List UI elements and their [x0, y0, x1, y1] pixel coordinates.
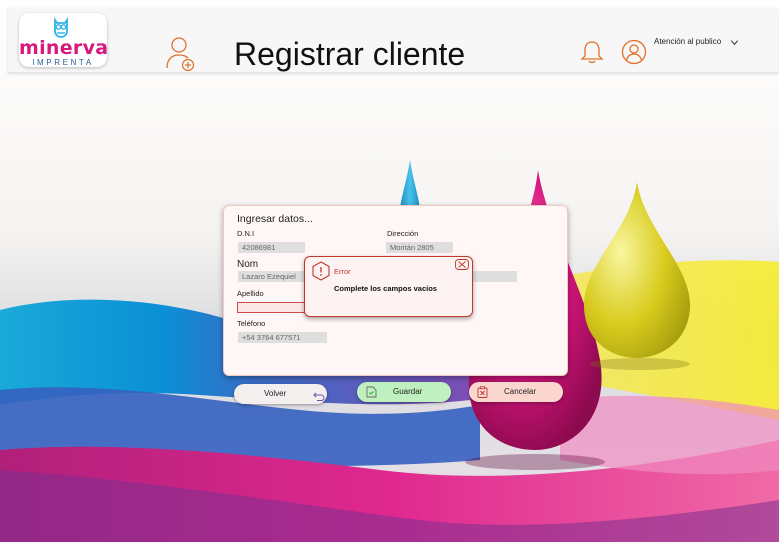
cancel-clipboard-icon — [477, 386, 488, 398]
save-button-label: Guardar — [393, 387, 423, 396]
error-title: Error — [334, 267, 351, 276]
direccion-label: Dirección — [387, 229, 419, 238]
add-user-icon — [166, 37, 195, 72]
secondary-field[interactable] — [472, 271, 517, 282]
chevron-down-icon[interactable] — [730, 38, 739, 47]
app-header: minerva IMPRENTA Registrar cliente Atenc… — [8, 8, 778, 73]
bell-icon[interactable] — [580, 39, 604, 65]
dni-label: D.N.I — [237, 229, 255, 238]
cancel-button-label: Cancelar — [504, 387, 537, 396]
apellido-label: Apellido — [237, 289, 264, 298]
return-arrow-icon — [313, 392, 325, 401]
warning-hexagon-icon — [312, 261, 330, 281]
form-heading: Ingresar datos... — [237, 213, 313, 225]
nombre-field[interactable]: Lazaro Ezequiel — [238, 271, 305, 282]
logo-wordmark: minerva — [19, 37, 109, 59]
back-button-label: Volver — [264, 389, 287, 398]
user-account-icon[interactable] — [621, 39, 647, 65]
error-message: Complete los campos vacíos — [334, 284, 437, 293]
error-dialog: Error Complete los campos vacíos — [304, 256, 473, 317]
telefono-label: Teléfono — [237, 319, 266, 328]
user-role-label[interactable]: Atención al publico — [654, 37, 721, 46]
cancel-button[interactable]: Cancelar — [469, 382, 563, 402]
direccion-field[interactable]: Moritán 2805 — [386, 242, 453, 253]
back-button[interactable]: Volver — [234, 384, 327, 404]
brand-logo[interactable]: minerva IMPRENTA — [19, 13, 109, 67]
dni-field[interactable]: 42086981 — [238, 242, 305, 253]
nombre-label: Nom — [237, 259, 259, 270]
telefono-field[interactable]: +54 3764 677571 — [238, 332, 327, 343]
close-icon[interactable] — [455, 259, 469, 270]
page-title: Registrar cliente — [234, 36, 466, 72]
save-document-icon — [366, 386, 377, 398]
logo-subtext: IMPRENTA — [32, 58, 94, 67]
save-button[interactable]: Guardar — [357, 382, 451, 402]
